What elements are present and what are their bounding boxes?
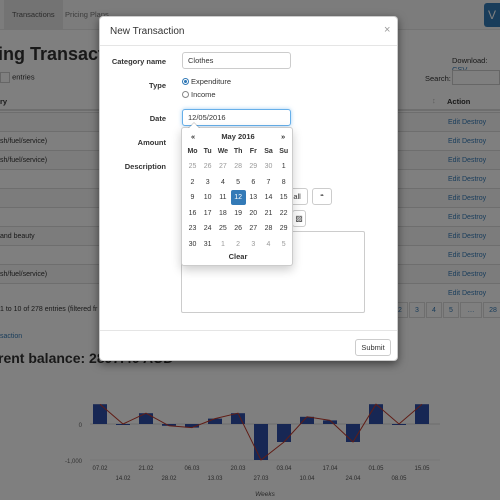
calendar-day[interactable]: 26 <box>200 159 215 174</box>
calendar-day[interactable]: 3 <box>200 175 215 190</box>
quote-icon[interactable]: “ <box>312 188 332 205</box>
datepicker: « May 2016 » Mo Tu We Th Fr Sa Su 25 26 27 28 29 30 1… <box>181 122 294 266</box>
calendar-day[interactable]: 25 <box>215 221 230 236</box>
calendar-day[interactable]: 28 <box>261 221 276 236</box>
radio-income-label: Income <box>191 90 216 99</box>
modal-footer: Submit <box>100 330 397 362</box>
calendar-day[interactable]: 10 <box>200 190 215 205</box>
weekday-header: Mo <box>187 148 198 155</box>
calendar-day[interactable]: 27 <box>215 159 230 174</box>
calendar-day[interactable]: 1 <box>276 159 291 174</box>
weekday-header: Tu <box>203 148 212 155</box>
calendar-day[interactable]: 9 <box>185 190 200 205</box>
calendar-day[interactable]: 3 <box>246 237 261 252</box>
calendar-day[interactable]: 23 <box>185 221 200 236</box>
calendar-day[interactable]: 19 <box>231 206 246 221</box>
close-icon[interactable]: × <box>384 24 390 36</box>
calendar-day[interactable]: 31 <box>200 237 215 252</box>
calendar-day[interactable]: 21 <box>261 206 276 221</box>
calendar-day[interactable]: 30 <box>261 159 276 174</box>
calendar-day[interactable]: 1 <box>215 237 230 252</box>
radio-expenditure[interactable]: Expenditure <box>182 77 231 86</box>
calendar-day[interactable]: 15 <box>276 190 291 205</box>
calendar-day[interactable]: 25 <box>185 159 200 174</box>
datepicker-month[interactable]: May 2016 <box>182 132 294 141</box>
calendar-day[interactable]: 2 <box>185 175 200 190</box>
calendar-day[interactable]: 27 <box>246 221 261 236</box>
radio-unchecked-icon[interactable] <box>182 91 189 98</box>
category-label: Category name <box>111 57 166 66</box>
weekday-header: Fr <box>249 148 257 155</box>
category-field[interactable]: Clothes <box>182 52 291 69</box>
type-label: Type <box>149 81 166 90</box>
calendar-day[interactable]: 20 <box>246 206 261 221</box>
calendar-day[interactable]: 17 <box>200 206 215 221</box>
weekday-header: Su <box>279 148 289 155</box>
calendar-day[interactable]: 28 <box>231 159 246 174</box>
calendar-day[interactable]: 12 <box>230 190 246 205</box>
radio-checked-icon[interactable] <box>182 78 189 85</box>
date-label: Date <box>149 114 166 123</box>
calendar-day[interactable]: 22 <box>276 206 291 221</box>
amount-label: Amount <box>137 138 166 147</box>
calendar-day[interactable]: 16 <box>185 206 200 221</box>
calendar-day[interactable]: 26 <box>231 221 246 236</box>
calendar-day[interactable]: 2 <box>231 237 246 252</box>
submit-button[interactable]: Submit <box>355 339 391 356</box>
description-label: Description <box>124 162 166 171</box>
weekday-header: We <box>217 148 229 155</box>
calendar-day[interactable]: 29 <box>246 159 261 174</box>
modal-header: New Transaction × <box>100 17 397 46</box>
radio-income[interactable]: Income <box>182 90 216 99</box>
calendar-day[interactable]: 14 <box>261 190 276 205</box>
calendar-day[interactable]: 5 <box>231 175 246 190</box>
calendar-day[interactable]: 18 <box>215 206 230 221</box>
calendar-day[interactable]: 30 <box>185 237 200 252</box>
calendar-day[interactable]: 29 <box>276 221 291 236</box>
radio-expenditure-label: Expenditure <box>191 77 232 86</box>
calendar-day[interactable]: 4 <box>215 175 230 190</box>
weekday-header: Sa <box>264 148 273 155</box>
calendar-day[interactable]: 13 <box>246 190 261 205</box>
image-icon[interactable]: ▨ <box>292 210 306 227</box>
modal-title: New Transaction <box>110 26 185 37</box>
calendar-day[interactable]: 6 <box>246 175 261 190</box>
datepicker-clear-button[interactable]: Clear <box>182 252 294 261</box>
next-month-icon[interactable]: » <box>281 132 285 141</box>
calendar-day[interactable]: 11 <box>215 190 230 205</box>
calendar-day[interactable]: 24 <box>200 221 215 236</box>
calendar-day[interactable]: 4 <box>261 237 276 252</box>
calendar-day[interactable]: 7 <box>261 175 276 190</box>
calendar-day[interactable]: 5 <box>276 237 291 252</box>
weekday-header: Th <box>233 148 243 155</box>
calendar-day[interactable]: 8 <box>276 175 291 190</box>
